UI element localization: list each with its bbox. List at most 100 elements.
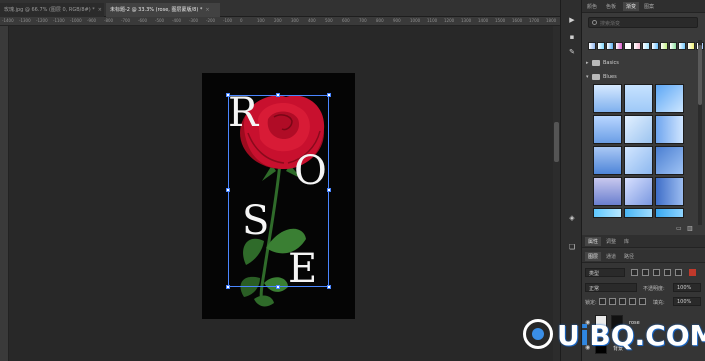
gradient-swatch[interactable] (624, 177, 653, 206)
recent-gradient-swatch[interactable] (624, 42, 632, 50)
gradient-swatch[interactable] (655, 146, 684, 175)
gradient-swatch[interactable] (655, 208, 684, 218)
tab-properties[interactable]: 属性 (585, 237, 602, 246)
layers-tabs: 图层 通道 路径 (582, 250, 705, 263)
transform-handle-top-left[interactable] (226, 93, 230, 97)
recent-gradient-swatch[interactable] (615, 42, 623, 50)
play-icon[interactable]: ▶ (567, 15, 577, 25)
brush-icon[interactable]: ✎ (567, 47, 577, 57)
ruler-tick-label: -800 (104, 18, 114, 23)
lock-transparent-icon[interactable] (599, 298, 606, 305)
gradient-swatch[interactable] (624, 208, 653, 218)
recent-gradient-swatch[interactable] (642, 42, 650, 50)
search-icon (592, 20, 597, 25)
gradient-swatch[interactable] (593, 84, 622, 113)
gradient-swatch[interactable] (655, 177, 684, 206)
layer-kind-select[interactable]: 类型 (585, 268, 625, 277)
tab-paths[interactable]: 路径 (624, 253, 634, 260)
gradient-swatch[interactable] (624, 84, 653, 113)
recent-gradient-swatch[interactable] (633, 42, 641, 50)
lock-row: 锁定: 填充: 100% (585, 297, 703, 307)
recent-gradient-swatch[interactable] (597, 42, 605, 50)
transform-handle-bottom-right[interactable] (327, 285, 331, 289)
adjustment-filter-icon[interactable] (642, 269, 649, 276)
recent-gradient-swatch[interactable] (588, 42, 596, 50)
gradient-swatch[interactable] (624, 146, 653, 175)
transform-handle-bottom-left[interactable] (226, 285, 230, 289)
fill-field[interactable]: 100% (673, 297, 701, 306)
tab-adjustments[interactable]: 调整 (606, 238, 616, 245)
new-folder-icon[interactable]: ▭ (676, 225, 682, 232)
blend-mode-select[interactable]: 正常 (585, 283, 637, 292)
chevron-right-icon[interactable]: ▸ (586, 60, 589, 66)
blend-mode-value: 正常 (589, 286, 600, 292)
opacity-field[interactable]: 100% (673, 283, 701, 292)
transform-handle-left[interactable] (226, 188, 230, 192)
smart-filter-icon[interactable] (675, 269, 682, 276)
shapes-icon[interactable]: ◈ (567, 213, 577, 223)
trash-icon[interactable]: ▥ (687, 225, 693, 232)
ruler-tick-label: 1400 (478, 18, 489, 23)
tab-libraries[interactable]: 库 (624, 238, 629, 245)
chevron-down-icon[interactable]: ▾ (586, 74, 589, 80)
recent-gradient-swatch[interactable] (678, 42, 686, 50)
filter-toggle-icon[interactable] (689, 269, 696, 276)
canvas-scrollbar[interactable] (553, 26, 560, 361)
lock-image-icon[interactable] (609, 298, 616, 305)
horizontal-ruler[interactable]: -1400 -1300 -1200 -1100 -1000 -900 -800 -700 -60… (0, 17, 560, 26)
shape-filter-icon[interactable] (664, 269, 671, 276)
gradient-group-blues[interactable]: ▾ Blues (582, 72, 705, 83)
recent-gradient-swatch[interactable] (606, 42, 614, 50)
ruler-tick-label: 900 (393, 18, 401, 23)
gradient-swatch[interactable] (655, 115, 684, 144)
gradient-swatch[interactable] (593, 208, 622, 218)
tab-channels[interactable]: 通道 (606, 253, 616, 260)
ruler-tick-label: -1300 (19, 18, 31, 23)
lock-position-icon[interactable] (619, 298, 626, 305)
lock-artboard-icon[interactable] (629, 298, 636, 305)
pixel-filter-icon[interactable] (631, 269, 638, 276)
chat-icon[interactable]: ▪ (567, 32, 577, 42)
tab-swatches[interactable]: 色板 (606, 3, 616, 10)
scrollbar-thumb[interactable] (554, 122, 559, 162)
close-icon[interactable]: × (98, 7, 102, 13)
ruler-tick-label: 100 (257, 18, 265, 23)
tab-color[interactable]: 颜色 (587, 3, 597, 10)
panel-scrollbar[interactable] (698, 40, 702, 225)
lock-all-icon[interactable] (639, 298, 646, 305)
recent-gradient-swatch[interactable] (669, 42, 677, 50)
recent-gradient-swatch[interactable] (687, 42, 695, 50)
gradient-swatch[interactable] (655, 84, 684, 113)
ruler-tick-label: 1300 (461, 18, 472, 23)
tab-layers[interactable]: 图层 (585, 252, 602, 261)
scrollbar-thumb[interactable] (698, 45, 702, 105)
transform-bounding-box[interactable] (226, 93, 331, 289)
transform-handle-top-right[interactable] (327, 93, 331, 97)
recent-gradient-swatch[interactable] (660, 42, 668, 50)
recent-gradient-swatch[interactable] (651, 42, 659, 50)
uibq-watermark: UiBQ.COM (523, 315, 705, 355)
close-icon[interactable]: × (205, 7, 209, 13)
type-filter-icon[interactable] (653, 269, 660, 276)
ruler-tick-label: -700 (121, 18, 131, 23)
gradient-swatch[interactable] (593, 115, 622, 144)
transform-handle-bottom[interactable] (276, 285, 280, 289)
layers-icon[interactable]: ❏ (567, 242, 577, 252)
tab-patterns[interactable]: 图案 (644, 3, 654, 10)
kind-label: 类型 (589, 271, 600, 277)
document-tab-rose-jpg[interactable]: 玫瑰.jpg @ 66.7% (图层 0, RGB/8#) * × (0, 3, 104, 17)
ruler-tick-label: -1200 (36, 18, 48, 23)
ruler-tick-label: 400 (308, 18, 316, 23)
gradient-group-basics[interactable]: ▸ Basics (582, 58, 705, 69)
document-tab-untitled-2[interactable]: 未标题-2 @ 33.3% (rose, 图层蒙版/8) * × (106, 3, 220, 17)
tab-gradients[interactable]: 渐变 (623, 2, 640, 11)
gradient-search-input[interactable]: 搜索渐变 (588, 17, 698, 28)
gradient-swatch[interactable] (593, 146, 622, 175)
gradient-swatch[interactable] (624, 115, 653, 144)
ruler-tick-label: -400 (172, 18, 182, 23)
transform-handle-top[interactable] (276, 93, 280, 97)
vertical-ruler[interactable] (0, 26, 9, 361)
properties-tabs: 属性 调整 库 (582, 235, 705, 248)
gradient-swatch[interactable] (593, 177, 622, 206)
transform-handle-right[interactable] (327, 188, 331, 192)
